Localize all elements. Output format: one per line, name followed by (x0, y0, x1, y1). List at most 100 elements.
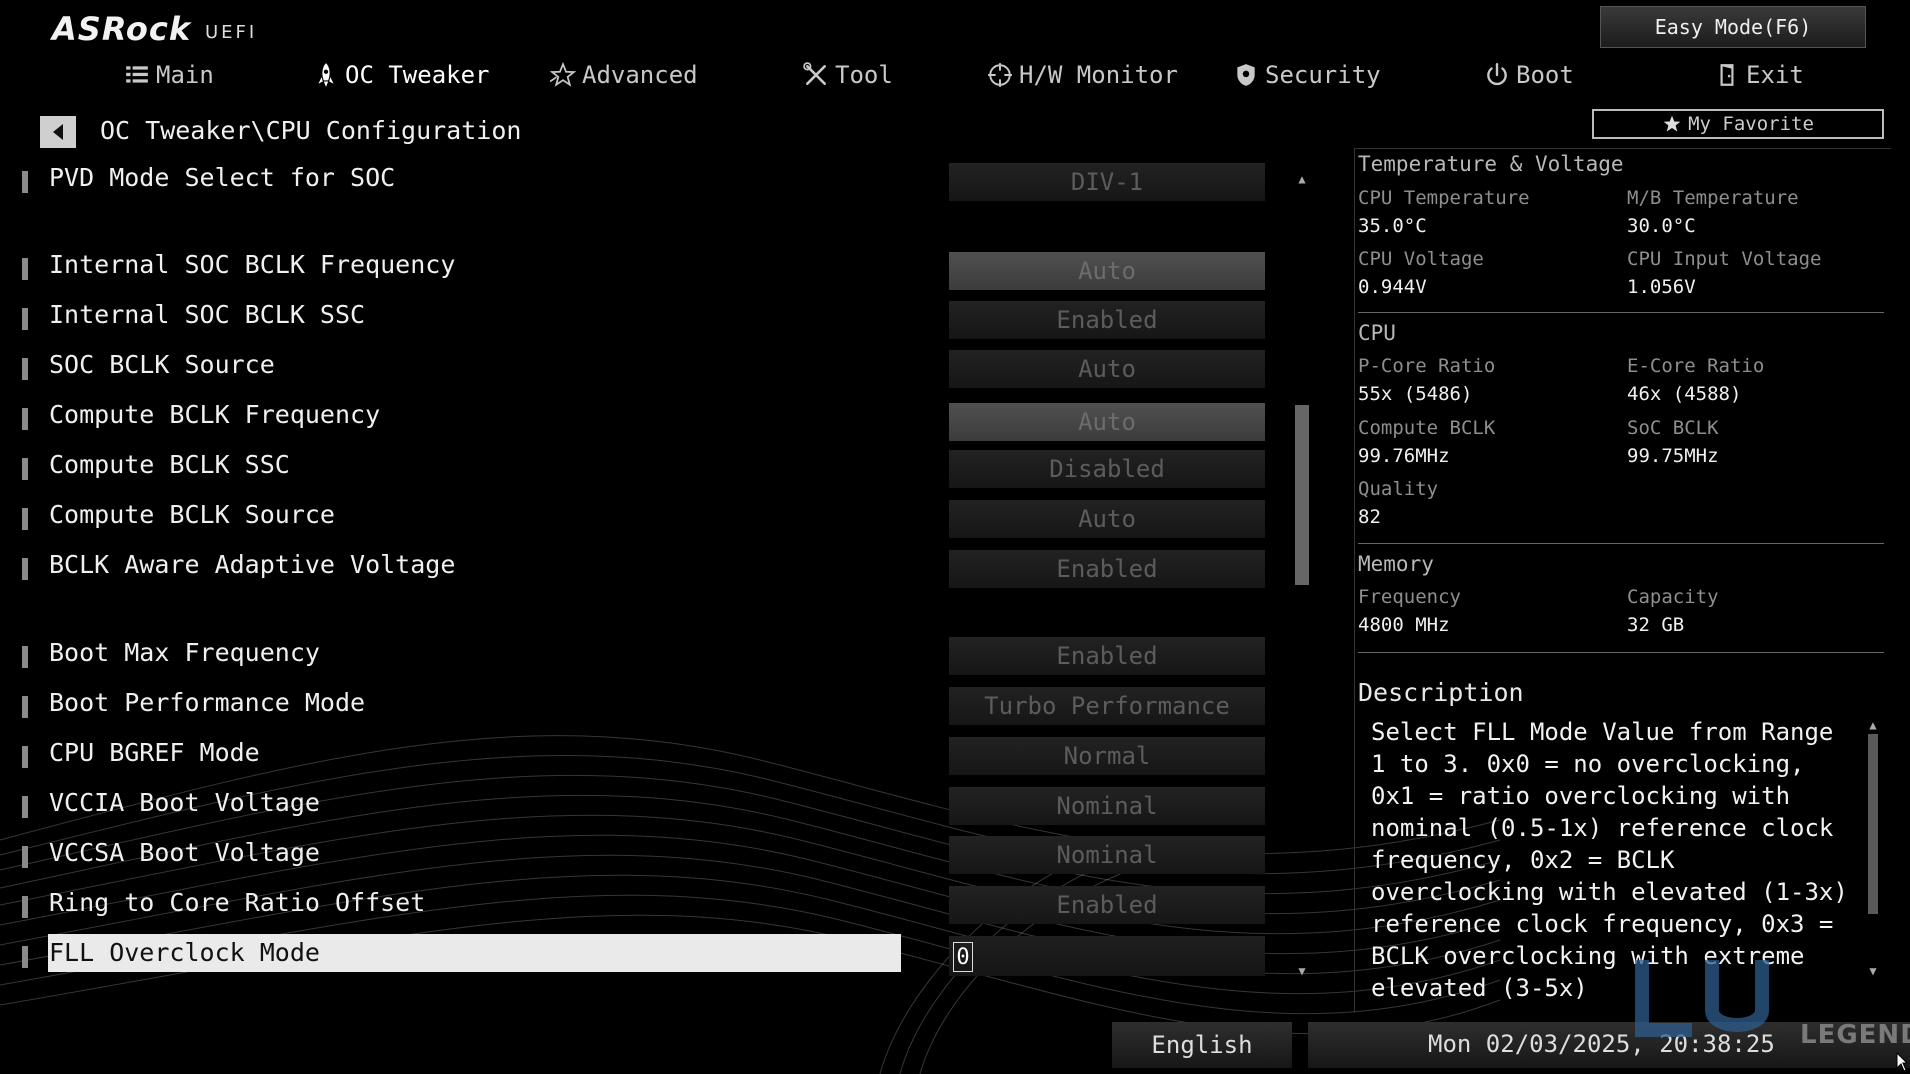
cpu-voltage-label: CPU Voltage (1358, 248, 1484, 270)
easy-mode-button[interactable]: Easy Mode(F6) (1600, 6, 1866, 48)
setting-label[interactable]: Compute BCLK SSC (49, 450, 290, 479)
setting-value[interactable]: Enabled (949, 550, 1265, 588)
setting-label[interactable]: VCCIA Boot Voltage (49, 788, 320, 817)
setting-label[interactable]: Boot Performance Mode (49, 688, 365, 717)
settings-scrollbar-thumb[interactable] (1295, 405, 1309, 585)
setting-value[interactable]: Nominal (949, 787, 1265, 825)
row-bullet (22, 696, 28, 718)
tab-oc-tweaker-label: OC Tweaker (345, 61, 490, 89)
memory-frequency-value: 4800 MHz (1358, 614, 1450, 636)
ecore-ratio-value: 46x (4588) (1627, 383, 1742, 405)
setting-label[interactable]: BCLK Aware Adaptive Voltage (49, 550, 455, 579)
quality-label: Quality (1358, 478, 1439, 500)
my-favorite-button[interactable]: My Favorite (1592, 109, 1884, 139)
setting-label[interactable]: SOC BCLK Source (49, 350, 275, 379)
ecore-ratio-label: E-Core Ratio (1627, 355, 1765, 377)
setting-value[interactable]: Disabled (949, 450, 1265, 488)
setting-value[interactable]: Enabled (949, 886, 1265, 924)
tab-boot[interactable]: Boot (1484, 55, 1574, 95)
cpu-input-voltage-value: 1.056V (1627, 276, 1696, 298)
desc-scroll-up-arrow-icon[interactable]: ▲ (1864, 716, 1882, 734)
mb-temp-value: 30.0°C (1627, 215, 1696, 237)
tab-main[interactable]: Main (124, 55, 214, 95)
setting-label[interactable]: Internal SOC BCLK SSC (49, 300, 365, 329)
my-favorite-label: My Favorite (1688, 113, 1814, 135)
setting-label[interactable]: CPU BGREF Mode (49, 738, 260, 767)
desc-scroll-down-arrow-icon[interactable]: ▼ (1864, 962, 1882, 980)
tab-advanced[interactable]: Advanced (550, 55, 698, 95)
temp-voltage-title: Temperature & Voltage (1358, 152, 1624, 176)
row-bullet (22, 408, 28, 430)
tab-hw-monitor-label: H/W Monitor (1019, 61, 1178, 89)
tab-tool[interactable]: Tool (803, 55, 893, 95)
back-arrow-icon (53, 124, 63, 140)
pcore-ratio-value: 55x (5486) (1358, 383, 1473, 405)
power-icon (1487, 62, 1507, 86)
setting-value[interactable]: Auto (949, 252, 1265, 290)
setting-value[interactable]: Normal (949, 737, 1265, 775)
fll-overclock-mode-input[interactable]: 0 (953, 942, 973, 972)
divider (1358, 543, 1884, 544)
row-bullet (22, 796, 28, 818)
pcore-ratio-label: P-Core Ratio (1358, 355, 1496, 377)
setting-label[interactable]: Compute BCLK Frequency (49, 400, 380, 429)
row-bullet (22, 308, 28, 330)
divider (1358, 652, 1884, 653)
memory-capacity-label: Capacity (1627, 586, 1719, 608)
setting-label[interactable]: PVD Mode Select for SOC (49, 163, 395, 192)
setting-label[interactable]: VCCSA Boot Voltage (49, 838, 320, 867)
rocket-icon (318, 63, 334, 87)
setting-value[interactable]: Auto (949, 350, 1265, 388)
setting-label-selected[interactable]: FLL Overclock Mode (49, 938, 320, 967)
setting-value[interactable]: Auto (949, 500, 1265, 538)
divider (1358, 312, 1884, 313)
row-bullet (22, 508, 28, 530)
setting-value[interactable]: Turbo Performance (949, 687, 1265, 725)
language-button[interactable]: English (1112, 1022, 1292, 1068)
cpu-input-voltage-label: CPU Input Voltage (1627, 248, 1822, 270)
row-bullet (22, 746, 28, 768)
asrock-logo: ASRock (52, 10, 192, 48)
watermark-logo (1635, 960, 1769, 1037)
setting-value[interactable]: Auto (949, 403, 1265, 441)
setting-value-editor[interactable] (949, 936, 1265, 976)
soc-bclk-label: SoC BCLK (1627, 417, 1719, 439)
cpu-title: CPU (1358, 321, 1396, 345)
setting-label[interactable]: Boot Max Frequency (49, 638, 320, 667)
setting-label[interactable]: Ring to Core Ratio Offset (49, 888, 425, 917)
row-bullet (22, 258, 28, 280)
row-bullet (22, 171, 28, 193)
row-bullet (22, 458, 28, 480)
breadcrumb: OC Tweaker\CPU Configuration (100, 116, 522, 145)
description-scrollbar-thumb[interactable] (1868, 734, 1878, 914)
tab-security[interactable]: Security (1233, 55, 1381, 95)
exit-door-icon (1720, 64, 1734, 86)
tab-advanced-label: Advanced (582, 61, 698, 89)
back-button[interactable] (40, 116, 76, 148)
setting-value[interactable]: DIV-1 (949, 163, 1265, 201)
cpu-temp-value: 35.0°C (1358, 215, 1427, 237)
crosshair-icon (988, 63, 1012, 87)
tab-exit-label: Exit (1746, 61, 1804, 89)
watermark-text: LEGEND (1800, 1020, 1910, 1050)
tab-oc-tweaker[interactable]: OC Tweaker (313, 55, 490, 95)
list-icon (126, 66, 148, 83)
setting-label[interactable]: Compute BCLK Source (49, 500, 335, 529)
setting-value[interactable]: Enabled (949, 637, 1265, 675)
setting-value[interactable]: Enabled (949, 301, 1265, 339)
favorite-star-icon (1663, 115, 1681, 132)
scroll-down-arrow-icon[interactable]: ▼ (1293, 962, 1311, 980)
shield-icon (1237, 64, 1255, 86)
setting-label[interactable]: Internal SOC BCLK Frequency (49, 250, 455, 279)
tab-tool-label: Tool (835, 61, 893, 89)
scroll-up-arrow-icon[interactable]: ▲ (1293, 170, 1311, 188)
description-title: Description (1358, 678, 1524, 707)
setting-value[interactable]: Nominal (949, 836, 1265, 874)
tab-boot-label: Boot (1516, 61, 1574, 89)
row-bullet (22, 558, 28, 580)
tab-exit[interactable]: Exit (1714, 55, 1804, 95)
tab-security-label: Security (1265, 61, 1381, 89)
tab-hw-monitor[interactable]: H/W Monitor (987, 55, 1178, 95)
row-bullet (22, 646, 28, 668)
tab-main-label: Main (156, 61, 214, 89)
